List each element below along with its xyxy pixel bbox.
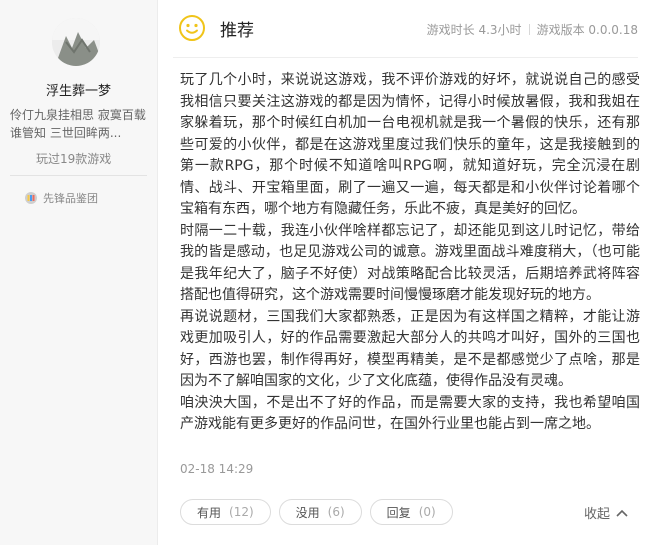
user-bio: 伶仃九泉挂相思 寂寞百载谁管知 三世回眸两...: [10, 108, 146, 140]
user-panel: 浮生葬一梦 伶仃九泉挂相思 寂寞百载谁管知 三世回眸两... 玩过19款游戏 先…: [0, 0, 158, 545]
header-divider: [173, 57, 638, 58]
badge-label: 先锋品鉴团: [43, 192, 98, 205]
reply-label: 回复: [386, 505, 411, 520]
games-played[interactable]: 玩过19款游戏: [36, 150, 111, 167]
review-paragraph: 再说说题材，三国我们大家都熟悉，正是因为有这样国之精粹，才能让游戏更加吸引人，好…: [180, 308, 640, 390]
user-name[interactable]: 浮生葬一梦: [0, 80, 157, 99]
review-main: 推荐 游戏时长 4.3小时 游戏版本 0.0.0.18 玩了几个小时，来说说这游戏…: [158, 0, 650, 545]
user-avatar[interactable]: [52, 18, 100, 66]
reply-count: (0): [418, 505, 436, 519]
review-paragraph: 咱泱泱大国，不是出不了好的作品，而是需要大家的支持，我也希望咱国产游戏能有更多更…: [180, 394, 640, 433]
review-date: 02-18 14:29: [180, 462, 254, 476]
useful-label: 有用: [197, 505, 222, 520]
game-version: 游戏版本 0.0.0.18: [536, 23, 638, 37]
useful-count: (12): [229, 505, 254, 519]
smile-icon: [179, 15, 205, 41]
avatar-image: [52, 18, 100, 66]
meta-divider: [528, 24, 530, 35]
pioneer-badge[interactable]: 先锋品鉴团: [24, 190, 98, 206]
review-actions: 有用 (12) 没用 (6) 回复 (0): [180, 499, 453, 525]
review-content: 玩了几个小时，来说说这游戏，我不评价游戏的好坏，就说说自己的感受我相信只要关注这…: [180, 70, 640, 436]
useful-button[interactable]: 有用 (12): [180, 499, 271, 525]
review-meta: 游戏时长 4.3小时 游戏版本 0.0.0.18: [427, 21, 638, 38]
review-paragraph: 时隔一二十载，我连小伙伴啥样都忘记了，却还能见到这儿时记忆，带给我的皆是感动，也…: [180, 222, 640, 304]
chevron-up-icon: [616, 509, 628, 517]
playtime: 游戏时长 4.3小时: [426, 23, 522, 37]
verdict-title: 推荐: [220, 21, 254, 41]
divider: [10, 175, 147, 176]
useless-label: 没用: [295, 505, 320, 520]
useless-count: (6): [327, 505, 345, 519]
review-paragraph: 玩了几个小时，来说说这游戏，我不评价游戏的好坏，就说说自己的感受我相信只要关注这…: [180, 72, 640, 217]
useless-button[interactable]: 没用 (6): [278, 499, 362, 525]
collapse-label: 收起: [583, 507, 610, 522]
badge-icon: [25, 192, 37, 204]
reply-button[interactable]: 回复 (0): [369, 499, 453, 525]
review-card: 浮生葬一梦 伶仃九泉挂相思 寂寞百载谁管知 三世回眸两... 玩过19款游戏 先…: [0, 0, 650, 545]
collapse-button[interactable]: 收起: [584, 503, 628, 522]
